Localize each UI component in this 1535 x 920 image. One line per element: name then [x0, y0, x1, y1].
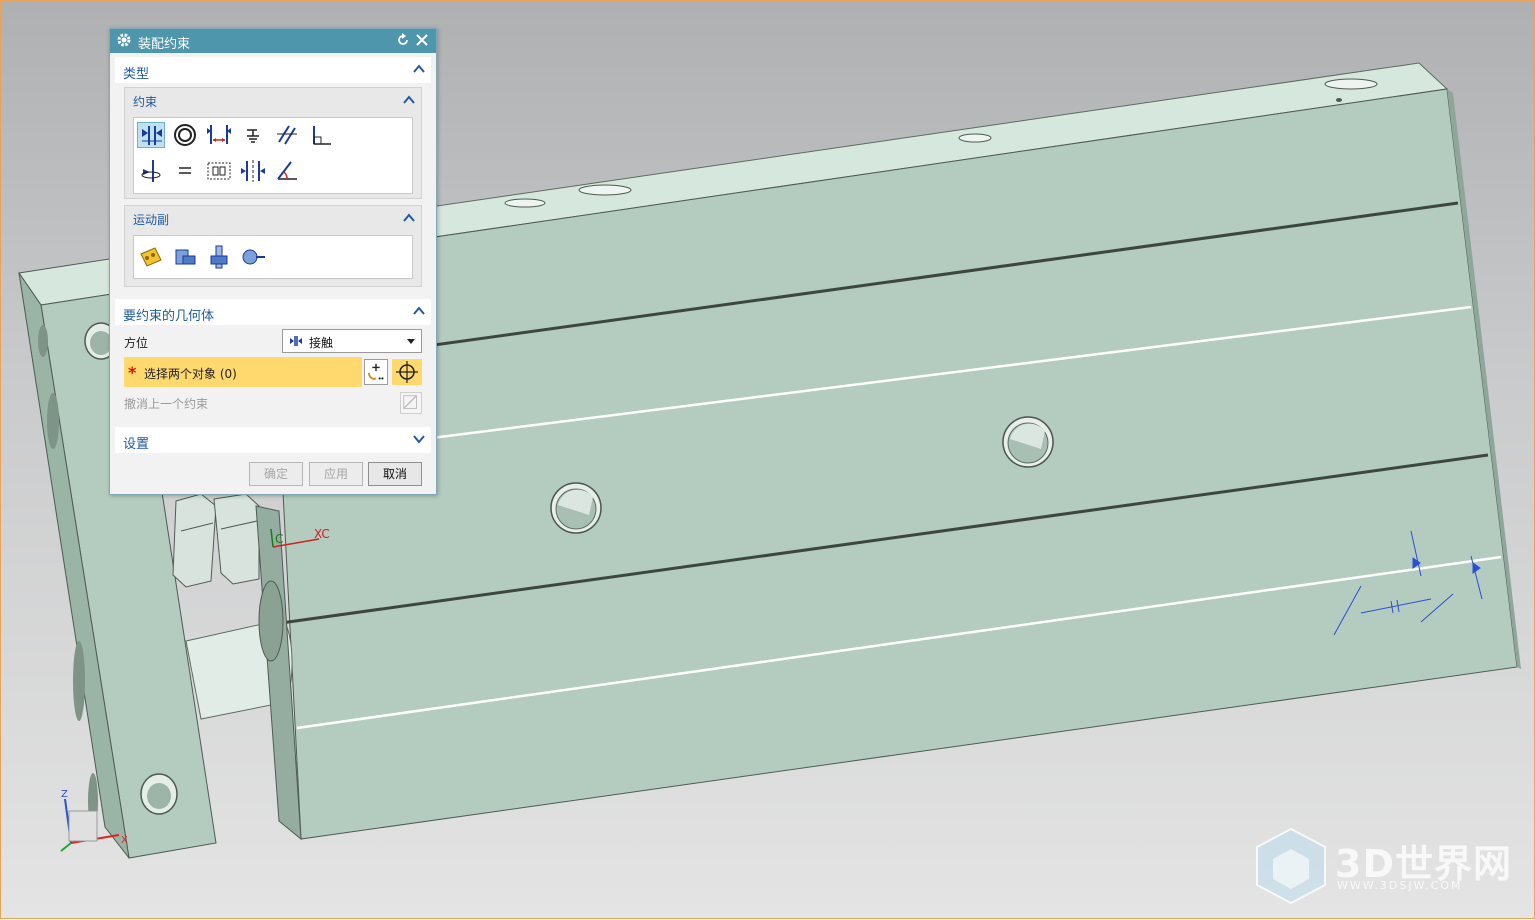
- hinge-joint-icon[interactable]: [137, 244, 165, 270]
- center-icon[interactable]: [239, 158, 267, 184]
- distance-icon[interactable]: [205, 122, 233, 148]
- chevron-down-icon: [407, 339, 415, 344]
- chevron-up-icon[interactable]: [403, 213, 415, 223]
- touch-icon: [290, 336, 302, 346]
- section-type-label: 类型: [123, 67, 150, 82]
- xc-axis-label: XC: [314, 527, 330, 541]
- motion-group: 运动副: [124, 205, 422, 287]
- equal-icon[interactable]: [171, 158, 199, 184]
- watermark: 3D世界网 WWW.3DSJW.COM: [1253, 827, 1523, 907]
- section-geometry-label: 要约束的几何体: [123, 309, 215, 324]
- perpendicular-icon[interactable]: [307, 122, 335, 148]
- assembly-constraints-dialog[interactable]: 装配约束 类型 约束 运动副 要约束的几何体 方位 接触 * 选择两个对象 (0…: [109, 28, 437, 495]
- select-objects-field[interactable]: * 选择两个对象 (0): [124, 357, 362, 387]
- angle-icon[interactable]: [273, 158, 301, 184]
- fit-icon[interactable]: [205, 158, 233, 184]
- select-objects-label: 选择两个对象 (0): [144, 367, 237, 381]
- section-settings-label: 设置: [123, 437, 150, 452]
- orientation-label: 方位: [124, 336, 149, 350]
- ball-joint-icon[interactable]: [239, 244, 267, 270]
- triad-x-label: X: [121, 835, 128, 846]
- parallel-icon[interactable]: [273, 122, 301, 148]
- motion-icon-panel: [133, 235, 413, 279]
- undo-constraint-icon: [403, 395, 417, 409]
- fix-icon[interactable]: [239, 122, 267, 148]
- close-icon[interactable]: [414, 32, 430, 48]
- required-star-icon: *: [128, 363, 137, 382]
- gear-icon: [117, 33, 131, 47]
- chevron-up-icon[interactable]: [413, 306, 425, 316]
- motion-group-label: 运动副: [133, 213, 170, 227]
- constraints-group: 约束: [124, 87, 422, 199]
- select-target-button[interactable]: [392, 359, 422, 385]
- chevron-up-icon[interactable]: [403, 95, 415, 105]
- graphics-viewport[interactable]: XC C Z X 3D世界网 WWW.3DSJW.COM 装配约束 类型 约束 …: [0, 0, 1535, 919]
- add-object-button[interactable]: [364, 359, 388, 385]
- constraint-icon-panel: [133, 117, 413, 194]
- orientation-value: 接触: [309, 336, 334, 350]
- section-geometry-header[interactable]: 要约束的几何体: [115, 299, 431, 325]
- c-axis-label: C: [275, 532, 283, 546]
- cancel-button[interactable]: 取消: [368, 462, 422, 486]
- constraints-group-header[interactable]: 约束: [125, 88, 421, 112]
- reset-icon[interactable]: [396, 33, 410, 47]
- through-hole-1: [1002, 416, 1054, 468]
- slider-joint-icon[interactable]: [171, 244, 199, 270]
- section-type-header[interactable]: 类型: [115, 57, 431, 83]
- undo-last-constraint-label: 撤消上一个约束: [124, 397, 209, 411]
- ok-button[interactable]: 确定: [249, 462, 303, 486]
- chevron-up-icon[interactable]: [413, 64, 425, 74]
- dialog-titlebar[interactable]: 装配约束: [110, 29, 436, 53]
- section-settings-header[interactable]: 设置: [115, 427, 431, 453]
- apply-button[interactable]: 应用: [309, 462, 363, 486]
- crosshair-icon: [396, 361, 418, 383]
- constraints-group-label: 约束: [133, 95, 158, 109]
- watermark-url: WWW.3DSJW.COM: [1337, 879, 1463, 892]
- concentric-icon[interactable]: [171, 122, 199, 148]
- chevron-down-icon[interactable]: [413, 434, 425, 444]
- orientation-dropdown[interactable]: 接触: [282, 329, 422, 353]
- through-hole-2: [550, 482, 602, 534]
- motion-group-header[interactable]: 运动副: [125, 206, 421, 230]
- add-selection-icon: [367, 363, 384, 380]
- undo-last-constraint-button[interactable]: [400, 392, 422, 414]
- watermark-cube-icon: [1256, 827, 1326, 905]
- triad-z-label: Z: [61, 789, 68, 800]
- dialog-title: 装配约束: [138, 37, 191, 52]
- cylindrical-joint-icon[interactable]: [205, 244, 233, 270]
- touch-align-icon[interactable]: [137, 122, 165, 148]
- align-lock-icon[interactable]: [137, 158, 165, 184]
